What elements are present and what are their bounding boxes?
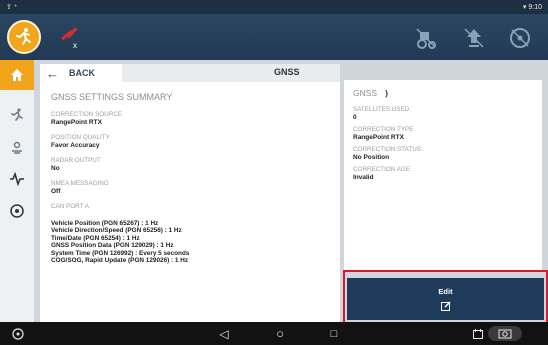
home-nav-button[interactable]: ○ <box>272 326 288 341</box>
home-icon[interactable] <box>0 60 34 90</box>
gnss-status-fields: SATELLITES USED: 0 CORRECTION TYPE Range… <box>353 106 423 186</box>
nmea-messaging-value: Off <box>51 188 61 195</box>
steering-wheel-small-icon[interactable] <box>10 326 26 341</box>
gnss-settings-panel: ← BACK GNSS GNSS SETTINGS SUMMARY CORREC… <box>40 64 340 322</box>
steering-wheel-icon[interactable] <box>508 26 532 50</box>
correction-source-value: RangePoint RTX <box>51 119 102 126</box>
can-messages: Vehicle Position (PGN 65267) : 1 Hz Vehi… <box>51 220 336 264</box>
clock: ▾ 9:10 <box>522 4 542 11</box>
runner-icon <box>16 28 31 45</box>
can-message-line: Vehicle Position (PGN 65267) : 1 Hz <box>51 220 159 227</box>
status-icons: ⇪ ⁺ <box>6 4 18 11</box>
recents-nav-button[interactable]: □ <box>326 326 342 341</box>
correction-age-value: Invalid <box>353 174 374 181</box>
back-button[interactable]: ← BACK <box>40 64 122 82</box>
system-nav-bar: ◁ ○ □ <box>0 322 548 345</box>
correction-status-label: CORRECTION STATUS: <box>353 146 423 153</box>
upload-icon[interactable] <box>462 26 486 50</box>
settings-icon[interactable] <box>0 196 34 226</box>
panel-header: ← BACK GNSS <box>40 64 340 82</box>
satellites-used-value: 0 <box>353 114 357 121</box>
camera-icon[interactable] <box>488 326 522 341</box>
svg-text:x: x <box>73 41 77 50</box>
can-message-line: Vehicle Direction/Speed (PGN 65256) : 1 … <box>51 227 182 235</box>
gps-status-icon[interactable]: x <box>58 26 82 50</box>
gnss-status-title-text: GNSS <box>353 88 378 98</box>
gnss-signal-icon: ) <box>385 88 388 98</box>
correction-status-value: No Position <box>353 154 390 161</box>
back-label: BACK <box>69 68 95 78</box>
nmea-messaging-label: NMEA MESSAGING <box>51 180 109 187</box>
status-bar: ⇪ ⁺ ▾ 9:10 <box>0 0 548 14</box>
satellites-used-label: SATELLITES USED: <box>353 106 411 113</box>
can-message-line: COG/SOG, Rapid Update (PGN 129026) : 1 H… <box>51 257 189 265</box>
calendar-icon[interactable] <box>470 326 486 341</box>
radar-output-value: No <box>51 165 60 172</box>
page-title: GNSS <box>274 67 300 77</box>
edit-highlight-box <box>343 270 548 327</box>
guidance-icon[interactable] <box>0 100 34 130</box>
correction-age-label: CORRECTION AGE <box>353 166 411 173</box>
position-quality-value: Favor Accuracy <box>51 142 100 149</box>
position-quality-label: POSITION QUALITY <box>51 134 110 141</box>
sidebar <box>0 60 34 322</box>
clock-time: 9:10 <box>528 4 542 11</box>
top-bar: x <box>0 14 548 60</box>
summary-title: GNSS SETTINGS SUMMARY <box>51 92 173 102</box>
can-message-line: System Time (PGN 126992) : Every 5 secon… <box>51 249 190 257</box>
back-nav-button[interactable]: ◁ <box>216 326 232 341</box>
can-message-line: GNSS Position Data (PGN 129029) : 1 Hz <box>51 242 174 250</box>
can-message-line: Time/Date (PGN 65254) : 1 Hz <box>51 234 140 242</box>
correction-type-label: CORRECTION TYPE <box>353 126 414 133</box>
gnss-status-panel: GNSS) SATELLITES USED: 0 CORRECTION TYPE… <box>344 80 542 272</box>
radar-output-label: RADAR OUTPUT <box>51 157 101 164</box>
signal-icon[interactable] <box>0 164 34 194</box>
tractor-icon[interactable] <box>414 26 438 50</box>
can-port-label: CAN PORT A <box>51 203 89 210</box>
app-logo[interactable] <box>7 20 41 54</box>
gnss-status-title: GNSS) <box>353 88 388 98</box>
correction-source-label: CORRECTION SOURCE <box>51 111 123 118</box>
settings-summary: GNSS SETTINGS SUMMARY CORRECTION SOURCE … <box>51 92 336 264</box>
back-arrow-icon: ← <box>46 65 59 81</box>
correction-type-value: RangePoint RTX <box>353 134 404 141</box>
gnss-icon[interactable] <box>0 132 34 162</box>
